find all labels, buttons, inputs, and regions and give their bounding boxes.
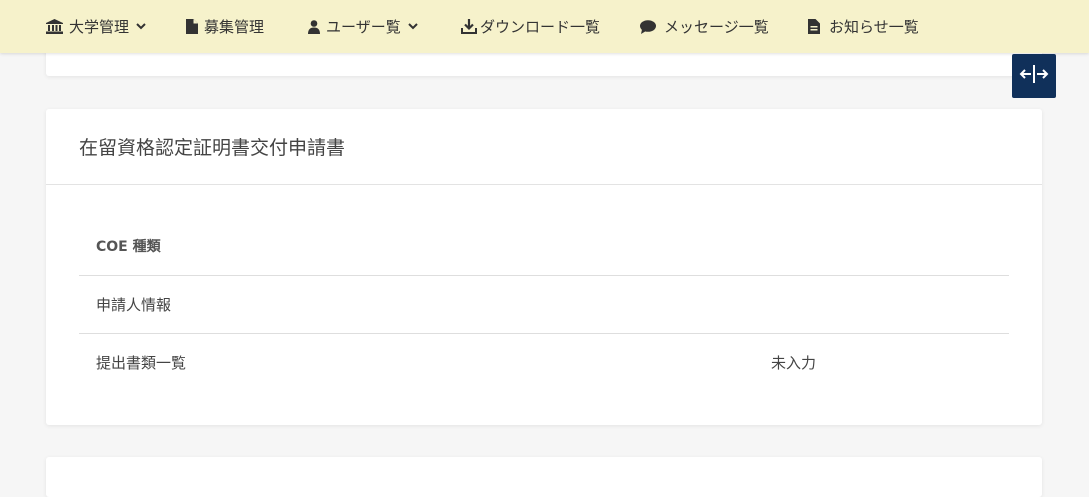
file-icon <box>186 19 198 34</box>
card-title: 在留資格認定証明書交付申請書 <box>46 109 1042 185</box>
table-row: 提出書類一覧 未入力 <box>79 333 1009 391</box>
nav-item-label: 大学管理 <box>69 18 130 36</box>
row-label: 申請人情報 <box>96 296 172 314</box>
nav-item-label: ユーザー覧 <box>326 18 401 36</box>
table-row: 申請人情報 <box>79 275 1009 333</box>
coe-application-card: 在留資格認定証明書交付申請書 COE 種類 申請人情報 提出書類一覧 未入力 <box>46 109 1042 425</box>
row-label: 提出書類一覧 <box>96 354 187 372</box>
top-navigation-bar: 大学管理 募集管理 ユーザー覧 ダウンロード一覧 メッセージ一覧 お知らせ一覧 <box>0 0 1089 53</box>
comment-icon <box>640 19 656 34</box>
nav-item-label: メッセージ一覧 <box>664 18 769 36</box>
nav-item-university-management[interactable]: 大学管理 <box>46 0 146 53</box>
nav-item-label: お知らせ一覧 <box>829 18 919 36</box>
nav-item-user-list[interactable]: ユーザー覧 <box>308 0 418 53</box>
expand-horizontal-icon <box>1019 64 1049 88</box>
nav-item-notice-list[interactable]: お知らせ一覧 <box>808 0 919 53</box>
nav-item-download-list[interactable]: ダウンロード一覧 <box>461 0 600 53</box>
nav-item-recruitment-management[interactable]: 募集管理 <box>186 0 264 53</box>
table-header-label: COE 種類 <box>96 239 161 255</box>
nav-item-label: 募集管理 <box>204 18 265 36</box>
coe-info-table: COE 種類 申請人情報 提出書類一覧 未入力 <box>79 217 1009 391</box>
chevron-down-icon <box>136 23 146 30</box>
chevron-down-icon <box>407 23 418 30</box>
user-icon <box>308 19 320 34</box>
nav-item-label: ダウンロード一覧 <box>480 18 601 36</box>
row-value: 未入力 <box>771 354 817 372</box>
table-header: COE 種類 <box>79 217 1009 275</box>
nav-item-message-list[interactable]: メッセージ一覧 <box>640 0 769 53</box>
document-icon <box>808 19 820 34</box>
sidebar-toggle-button[interactable] <box>1012 54 1056 98</box>
download-icon <box>461 19 477 34</box>
university-icon <box>46 19 63 34</box>
next-card <box>46 457 1042 497</box>
